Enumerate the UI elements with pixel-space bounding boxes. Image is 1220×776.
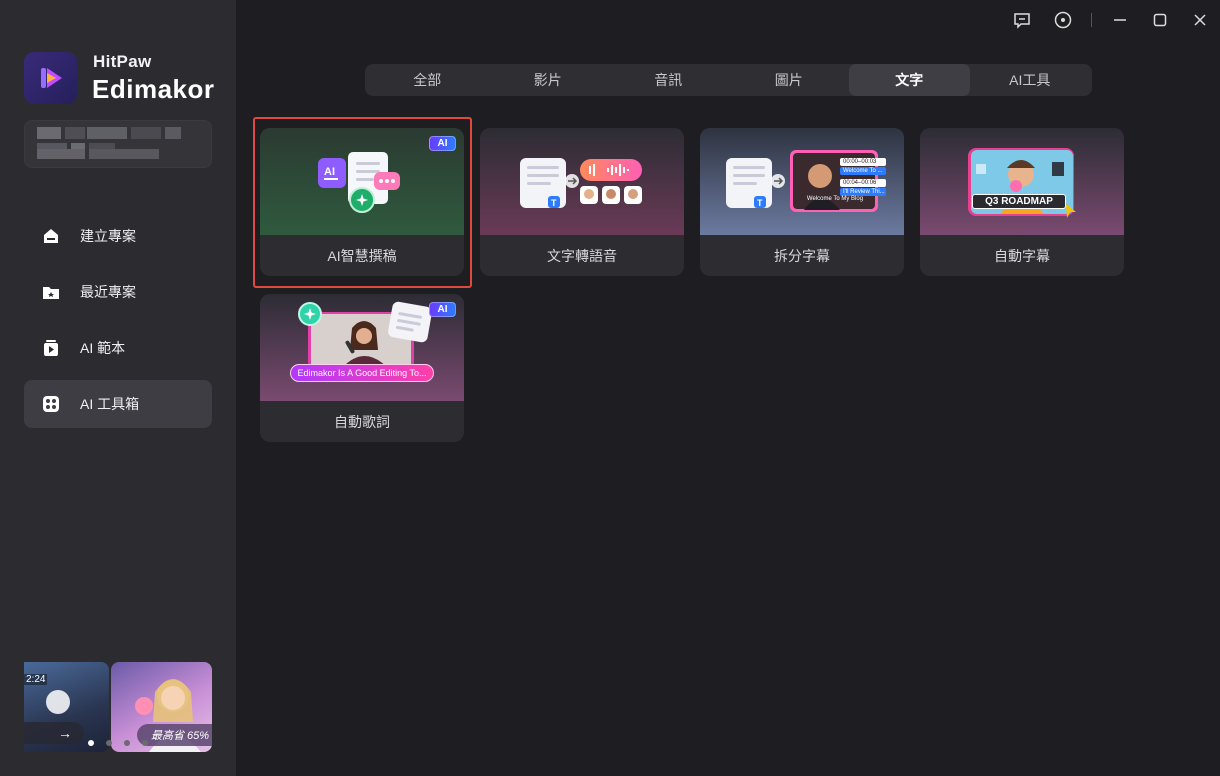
edimakor-logo-icon (40, 68, 62, 88)
subtitle-time-2: 00:04–00:06 (840, 179, 886, 187)
sidebar-item-label: 最近專案 (80, 284, 136, 300)
carousel-dots[interactable] (88, 740, 148, 746)
toolbox-icon (40, 393, 62, 415)
svg-text:AI: AI (324, 166, 335, 178)
tab-image[interactable]: 圖片 (729, 64, 850, 96)
subtitle-time-1: 00:00–00:03 (840, 158, 886, 166)
sidebar-item-ai-toolbox[interactable]: AI 工具箱 (24, 380, 212, 428)
svg-text:T: T (551, 198, 557, 208)
feedback-icon[interactable] (1010, 8, 1034, 32)
card-thumbnail: AI AI (260, 128, 464, 235)
tool-card-text-to-speech[interactable]: T 文字轉語音 (480, 128, 684, 276)
sidebar-item-label: AI 工具箱 (80, 396, 140, 412)
window-separator (1091, 13, 1092, 27)
video-caption: Welcome To My Blog (806, 196, 864, 202)
subtitle-text-1: Welcome To ... (840, 167, 886, 175)
close-icon[interactable] (1188, 8, 1212, 32)
home-icon (40, 225, 62, 247)
promo-video-card[interactable]: 2:24 → (24, 662, 109, 752)
video-caption: Q3 ROADMAP (972, 194, 1066, 209)
tool-card-auto-lyrics[interactable]: AI Edimakor Is A Good Editing To... 自動歌詞 (260, 294, 464, 442)
arrow-right-icon[interactable]: → (24, 722, 84, 744)
brand-name-top: HitPaw (93, 52, 152, 71)
svg-text:T: T (757, 198, 763, 208)
play-icon (46, 690, 70, 714)
card-title: 自動歌詞 (334, 413, 390, 430)
tool-card-ai-writer[interactable]: AI AI AI智慧撰稿 (260, 128, 464, 276)
tab-text[interactable]: 文字 (849, 64, 970, 96)
card-title: 自動字幕 (994, 247, 1050, 264)
carousel-dot[interactable] (142, 740, 148, 746)
subtitle-text-2: I'll Review Thi... (840, 188, 886, 196)
carousel-dot[interactable] (88, 740, 94, 746)
lyrics-caption: Edimakor Is A Good Editing To... (290, 364, 434, 382)
tool-card-split-subtitles[interactable]: T 00:00–00:03 Welcome To ... 00:04–00:06… (700, 128, 904, 276)
card-title: AI智慧撰稿 (327, 247, 397, 264)
tts-illustration: T (520, 158, 642, 208)
sidebar-item-label: AI 範本 (80, 340, 126, 356)
category-tabs: 全部 影片 音訊 圖片 文字 AI工具 (365, 64, 1092, 96)
tab-ai-tools[interactable]: AI工具 (970, 64, 1091, 96)
maximize-icon[interactable] (1148, 8, 1172, 32)
sidebar-item-new-project[interactable]: 建立專案 (24, 212, 212, 260)
carousel-dot[interactable] (106, 740, 112, 746)
card-thumbnail: AI Edimakor Is A Good Editing To... (260, 294, 464, 401)
card-title: 文字轉語音 (547, 247, 617, 264)
ai-badge: AI (429, 136, 456, 151)
promo-carousel[interactable]: 2:24 → 最高省 65% (24, 662, 212, 752)
carousel-dot[interactable] (124, 740, 130, 746)
account-panel[interactable] (24, 120, 212, 168)
folder-icon (40, 281, 62, 303)
card-thumbnail: Q3 ROADMAP (920, 128, 1124, 235)
sidebar: HitPaw Edimakor 建立專案 最近專案 AI 範本 AI 工具箱 2… (0, 0, 236, 776)
sidebar-item-ai-templates[interactable]: AI 範本 (24, 324, 212, 372)
tool-card-auto-subtitles[interactable]: Q3 ROADMAP 自動字幕 (920, 128, 1124, 276)
tab-video[interactable]: 影片 (488, 64, 609, 96)
tab-all[interactable]: 全部 (367, 64, 488, 96)
brand-name: Edimakor (92, 74, 215, 104)
promo-time: 2:24 (24, 674, 48, 685)
sidebar-item-label: 建立專案 (80, 228, 136, 244)
ai-badge: AI (429, 302, 456, 317)
promo-save-label: 最高省 65% (137, 724, 212, 746)
template-icon (40, 337, 62, 359)
tab-audio[interactable]: 音訊 (608, 64, 729, 96)
minimize-icon[interactable] (1108, 8, 1132, 32)
sidebar-item-recent-projects[interactable]: 最近專案 (24, 268, 212, 316)
card-title: 拆分字幕 (774, 247, 830, 264)
card-thumbnail: T 00:00–00:03 Welcome To ... 00:04–00:06… (700, 128, 904, 235)
card-thumbnail: T (480, 128, 684, 235)
app-logo (24, 52, 77, 104)
settings-icon[interactable] (1051, 8, 1075, 32)
auto-subtitles-illustration (968, 148, 1076, 218)
